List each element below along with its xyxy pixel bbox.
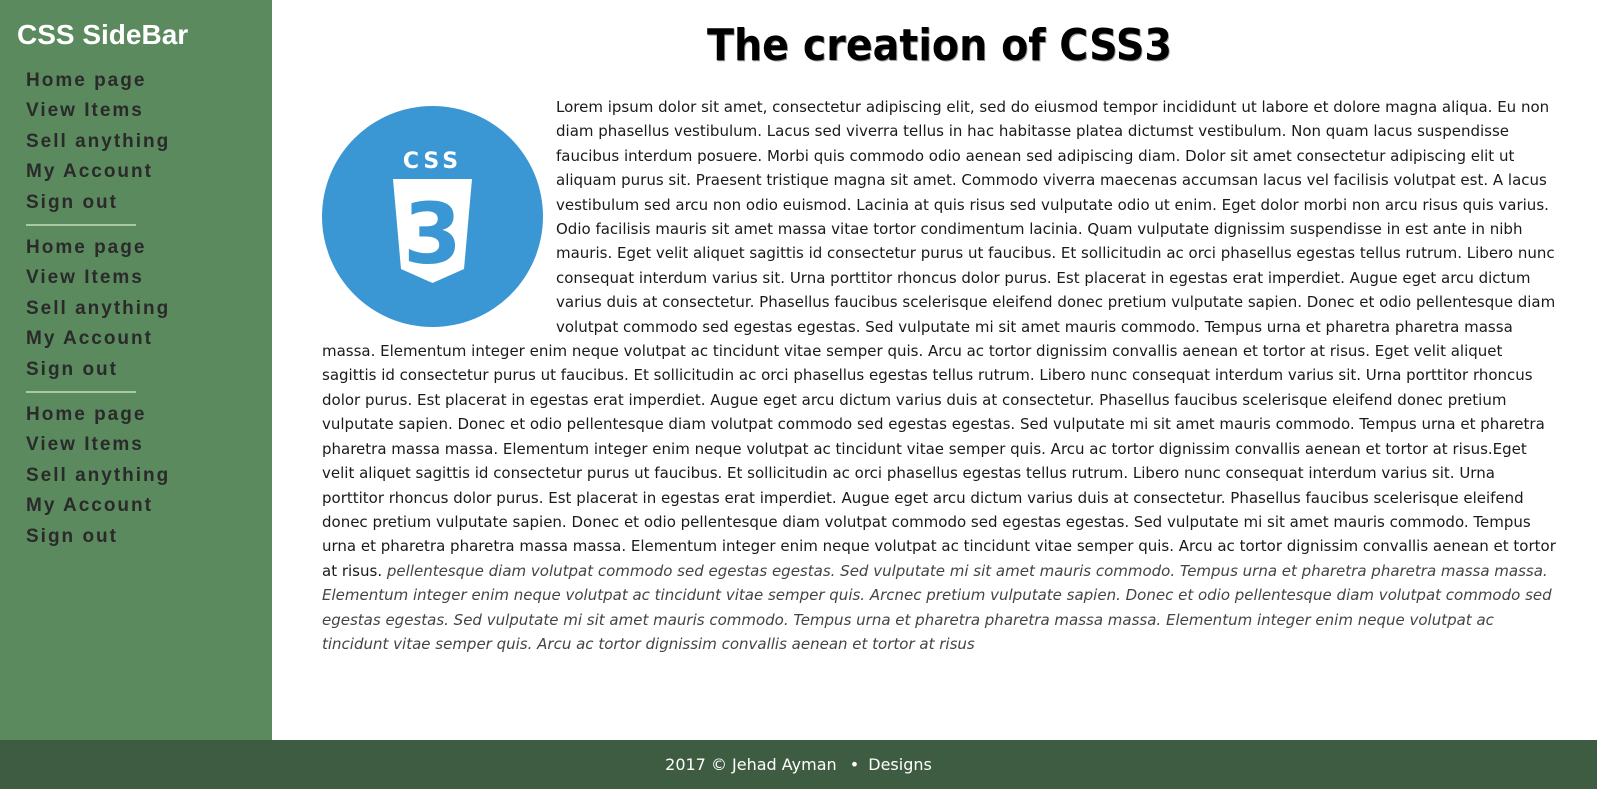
article-body: CSS 3 Lorem ipsum dolor sit amet, consec… — [322, 95, 1558, 656]
nav-divider — [26, 391, 136, 393]
nav-item-sign-out[interactable]: Sign out — [26, 188, 186, 218]
nav-item-sign-out[interactable]: Sign out — [26, 522, 186, 552]
bullet-icon: • — [849, 755, 860, 774]
nav-item-my-account[interactable]: My Account — [26, 491, 186, 521]
page-title: The creation of CSS3 — [706, 20, 1172, 71]
footer-copyright: 2017 © Jehad Ayman — [665, 755, 837, 774]
nav-item-home-page[interactable]: Home page — [26, 66, 186, 96]
nav-item-view-items[interactable]: View Items — [26, 263, 186, 293]
nav-divider — [26, 224, 136, 226]
nav-item-my-account[interactable]: My Account — [26, 157, 186, 187]
nav-item-sell-anything[interactable]: Sell anything — [26, 461, 186, 491]
nav-item-home-page[interactable]: Home page — [26, 400, 186, 430]
sidebar-brand: CSS SideBar — [17, 19, 189, 50]
logo-digit: 3 — [403, 185, 461, 283]
nav-group-3: Home page View Items Sell anything My Ac… — [26, 400, 186, 552]
logo-label: CSS — [403, 149, 462, 174]
nav-item-view-items[interactable]: View Items — [26, 96, 186, 126]
footer: 2017 © Jehad Ayman • Designs — [0, 740, 1597, 789]
css3-logo-icon: CSS 3 — [322, 106, 543, 327]
nav-item-my-account[interactable]: My Account — [26, 324, 186, 354]
nav-item-view-items[interactable]: View Items — [26, 430, 186, 460]
nav-item-sell-anything[interactable]: Sell anything — [26, 127, 186, 157]
footer-designs-link[interactable]: Designs — [868, 755, 932, 774]
sidebar: CSS SideBar Home page View Items Sell an… — [0, 0, 272, 740]
nav-item-sign-out[interactable]: Sign out — [26, 355, 186, 385]
main-content: The creation of CSS3 CSS 3 Lorem ipsum d… — [272, 0, 1597, 740]
nav-item-home-page[interactable]: Home page — [26, 233, 186, 263]
article-italic-text: pellentesque diam volutpat commodo sed e… — [322, 561, 1552, 653]
nav-group-2: Home page View Items Sell anything My Ac… — [26, 233, 186, 385]
nav-group-1: Home page View Items Sell anything My Ac… — [26, 66, 186, 218]
nav-item-sell-anything[interactable]: Sell anything — [26, 294, 186, 324]
